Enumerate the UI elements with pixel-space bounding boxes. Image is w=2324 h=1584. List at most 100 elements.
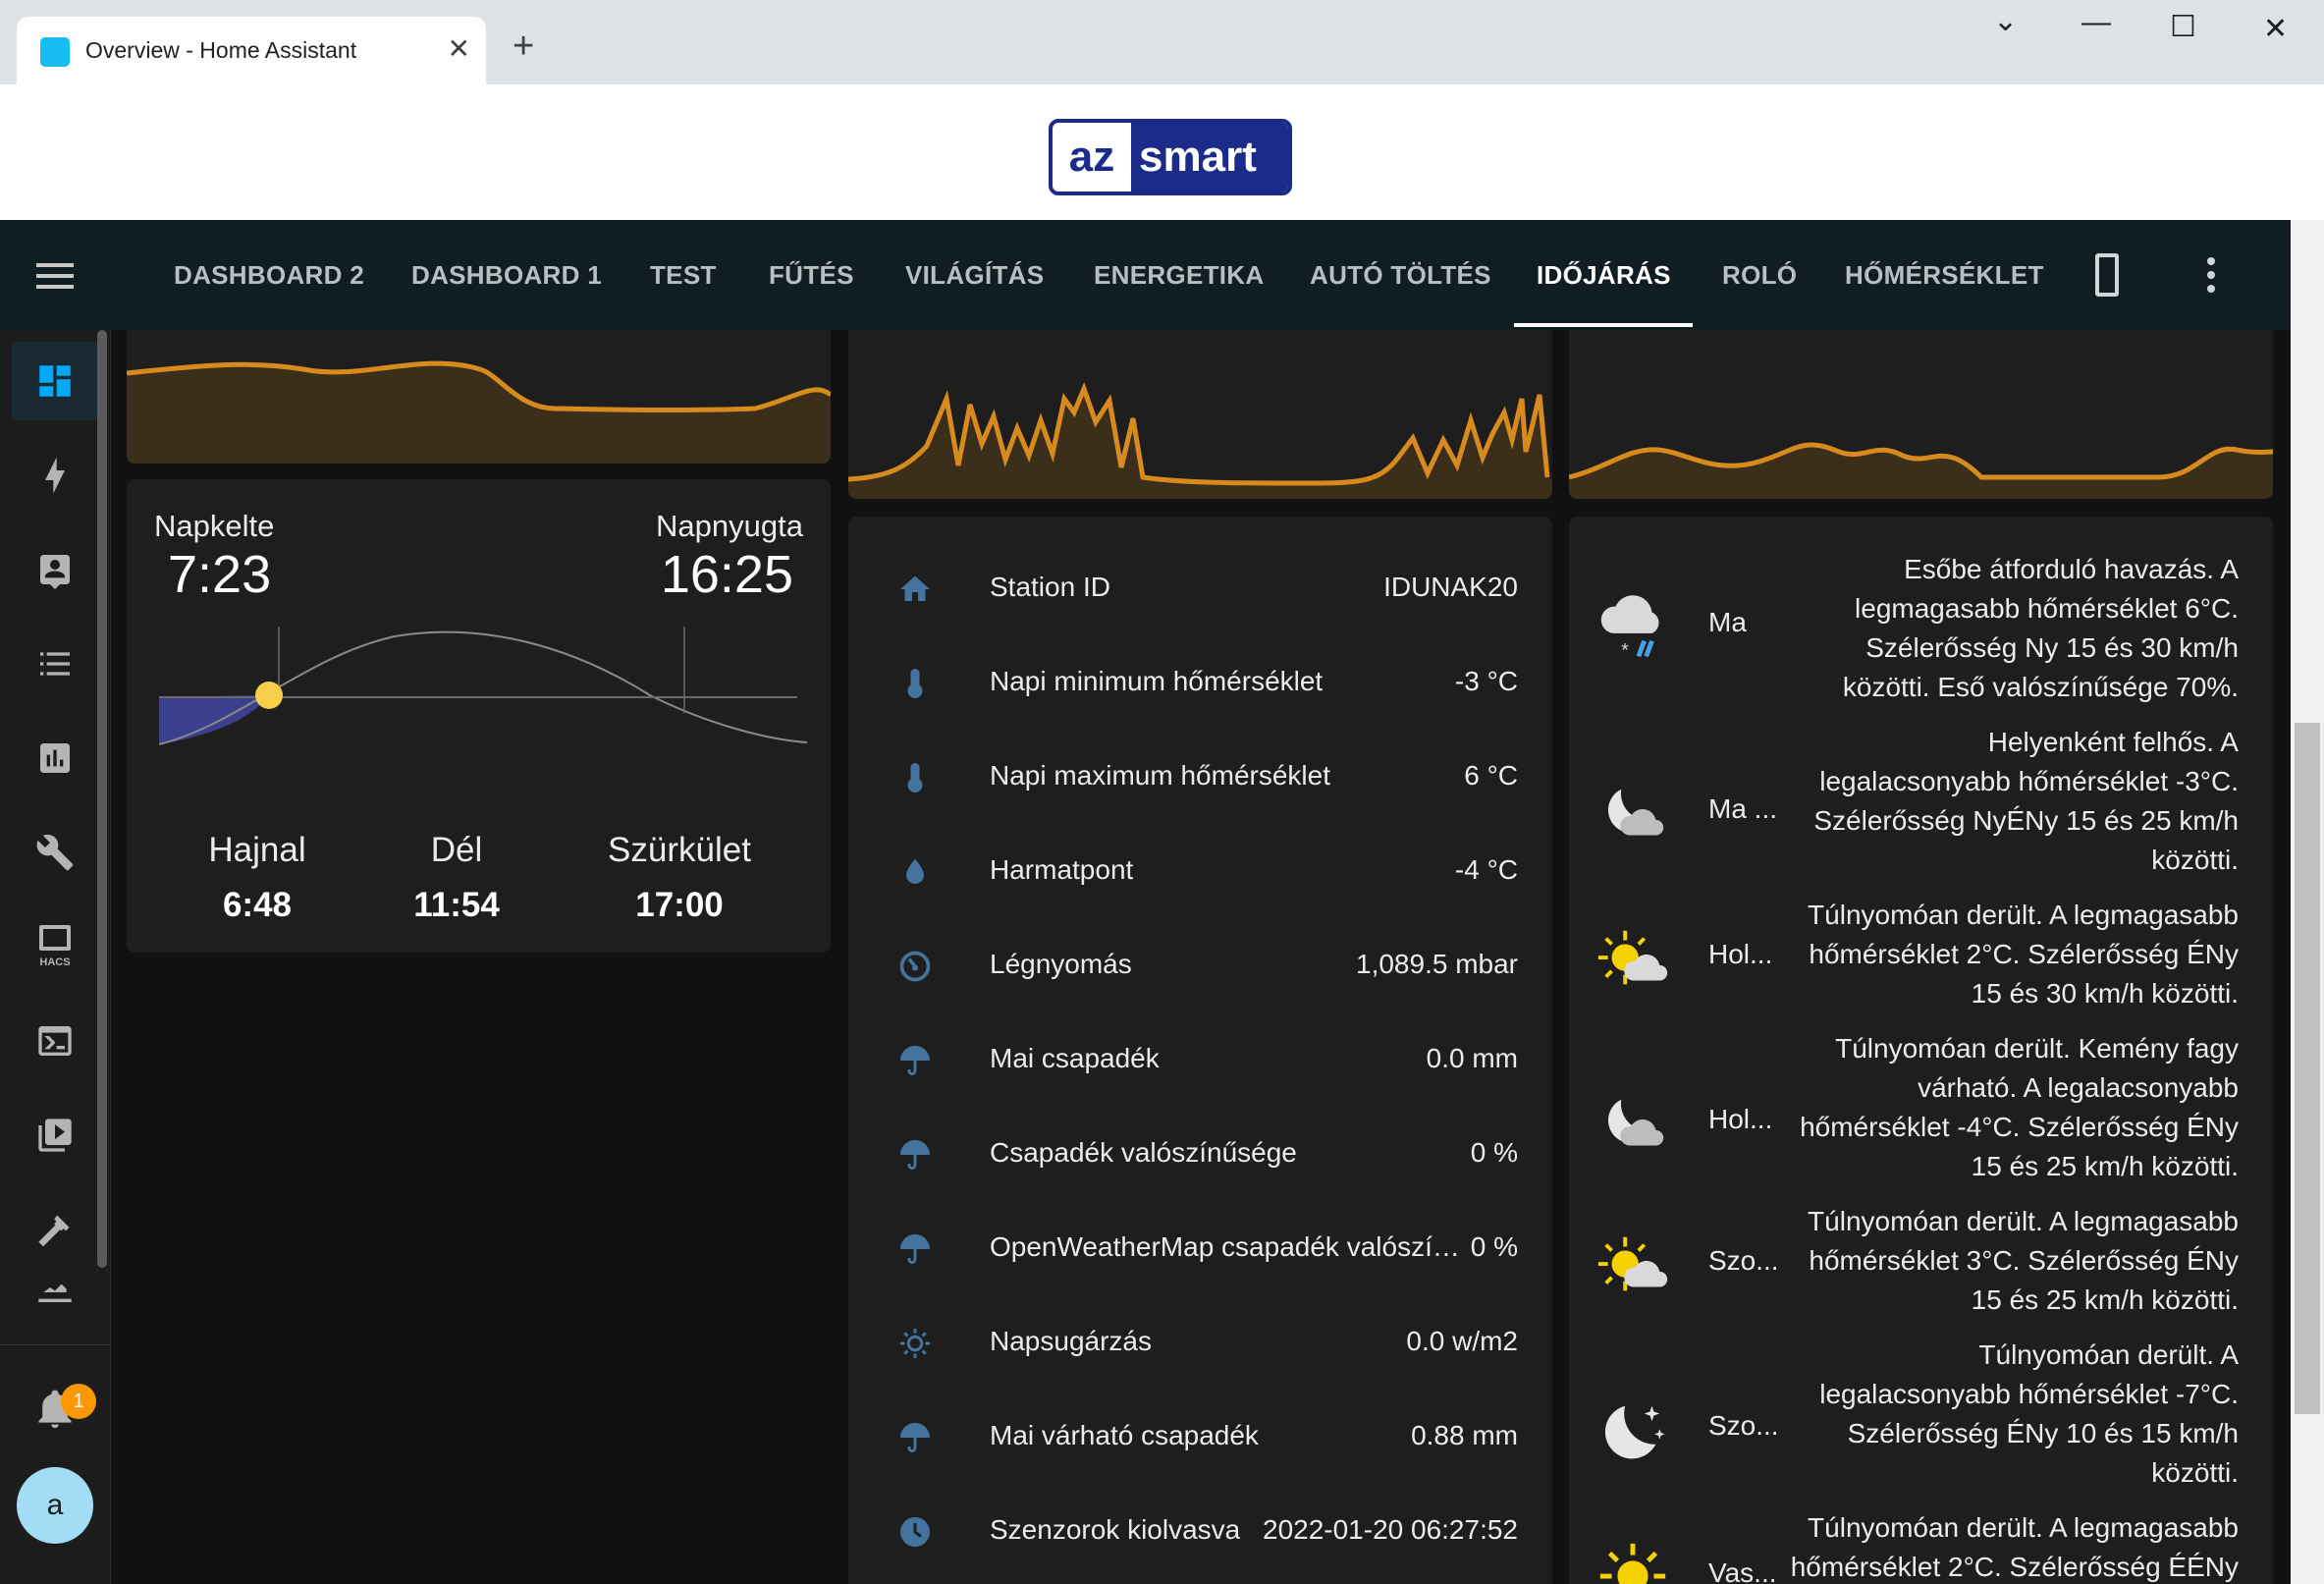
sun-arc-graph bbox=[159, 627, 807, 745]
tab-homerseklet[interactable]: HŐMÉRSÉKLET bbox=[1845, 220, 2044, 330]
sidebar-item-media[interactable] bbox=[12, 1096, 98, 1174]
tab-futes[interactable]: FŰTÉS bbox=[769, 220, 854, 330]
logo-part-smart: smart bbox=[1131, 123, 1288, 191]
sidebar-item-hacs[interactable]: HACS bbox=[12, 907, 98, 986]
forecast-description: Túlnyomóan derült. Alegalacsonyabb hőmér… bbox=[1819, 1339, 2239, 1488]
sidebar-scrollbar[interactable] bbox=[97, 330, 107, 1268]
sidebar-item-statistics[interactable] bbox=[12, 719, 98, 797]
tab-idojaras[interactable]: IDŐJÁRÁS bbox=[1537, 220, 1671, 330]
sidebar-item-developer-tools[interactable] bbox=[12, 1190, 98, 1269]
close-window-icon[interactable]: ✕ bbox=[2263, 12, 2288, 46]
tab-vilagitas[interactable]: VILÁGÍTÁS bbox=[905, 220, 1044, 330]
sun-card[interactable]: Napkelte 7:23 Napnyugta 16:25 Hajnal 6:4… bbox=[127, 479, 831, 953]
forecast-row[interactable]: Hol... Túlnyomóan derült. A legmagasabb h… bbox=[1569, 896, 2270, 1023]
home-icon bbox=[900, 575, 930, 601]
forecast-day: Hol... bbox=[1708, 1104, 1773, 1134]
forecast-description: Túlnyomóan derült. Kemény fagy várható. A… bbox=[1800, 1033, 2239, 1181]
sunny-icon bbox=[1599, 1543, 1666, 1584]
tab-search-dropdown-icon[interactable]: ⌄ bbox=[1993, 4, 2018, 38]
entity-value: 1,089.5 mbar bbox=[1356, 949, 1518, 979]
battery-charging-icon[interactable] bbox=[2095, 253, 2119, 297]
sidebar-item-settings[interactable] bbox=[12, 813, 98, 892]
minimize-window-icon[interactable]: — bbox=[2081, 6, 2111, 39]
sidebar-item-energy[interactable] bbox=[12, 436, 98, 515]
tab-close-icon[interactable]: ✕ bbox=[448, 32, 470, 65]
forecast-row[interactable]: Hol... Túlnyomóan derült. Kemény fagy vár… bbox=[1569, 1029, 2270, 1196]
entity-name: Mai várható csapadék bbox=[990, 1420, 1259, 1450]
entity-row-pressure[interactable]: Légnyomás 1,089.5 mbar bbox=[848, 919, 1549, 1013]
entity-value: 0 % bbox=[1470, 1137, 1518, 1168]
sidebar-toggle-button[interactable] bbox=[0, 220, 111, 330]
forecast-row[interactable]: Szo... Túlnyomóan derült. Alegalacsonyab… bbox=[1569, 1336, 2270, 1502]
partly-sunny-icon bbox=[1597, 1236, 1668, 1291]
forecast-row[interactable]: Szo... Túlnyomóan derült. A legmagasabb h… bbox=[1569, 1202, 2270, 1330]
entity-value: -3 °C bbox=[1454, 666, 1518, 696]
tab-dashboard-1[interactable]: DASHBOARD 1 bbox=[411, 220, 602, 330]
history-graph-card-2[interactable] bbox=[848, 330, 1552, 499]
sidebar-item-logbook[interactable] bbox=[12, 530, 98, 609]
history-graph-card-1[interactable] bbox=[127, 330, 831, 464]
maximize-window-icon[interactable]: ☐ bbox=[2170, 10, 2196, 44]
partly-sunny-icon bbox=[1597, 930, 1668, 985]
tab-dashboard-2[interactable]: DASHBOARD 2 bbox=[174, 220, 364, 330]
statistics-icon bbox=[40, 743, 70, 773]
entity-row-dewpoint[interactable]: Harmatpont -4 °C bbox=[848, 825, 1549, 919]
partly-cloudy-night-icon bbox=[1607, 789, 1664, 836]
media-icon bbox=[38, 1119, 72, 1152]
entity-row-max-temp[interactable]: Napi maximum hőmérséklet 6 °C bbox=[848, 731, 1549, 825]
tab-test[interactable]: TEST bbox=[650, 220, 717, 330]
user-avatar[interactable]: a bbox=[17, 1467, 93, 1544]
more-options-icon[interactable] bbox=[2207, 257, 2215, 293]
forecast-row[interactable]: Vas... Túlnyomóan derült. A legmagasabb h… bbox=[1569, 1508, 2270, 1584]
umbrella-icon bbox=[900, 1234, 930, 1264]
entity-name: Szenzorok kiolvasva bbox=[990, 1514, 1241, 1545]
tab-auto-toltes[interactable]: AUTÓ TÖLTÉS bbox=[1310, 220, 1491, 330]
forecast-day: Hol... bbox=[1708, 939, 1773, 969]
forecast-row[interactable]: Ma ... Helyenként felhős. Alegalacsonyab… bbox=[1569, 723, 2270, 890]
water-drop-icon bbox=[906, 858, 924, 884]
forecast-day: Vas... bbox=[1708, 1557, 1777, 1584]
entity-row-solar-radiation[interactable]: Napsugárzás 0.0 w/m2 bbox=[848, 1296, 1549, 1391]
wrench-icon bbox=[36, 834, 74, 871]
entity-row-precip-probability[interactable]: Csapadék valószínűsége 0 % bbox=[848, 1108, 1549, 1202]
svg-text:*: * bbox=[1621, 639, 1629, 661]
entity-value: 0 % bbox=[1470, 1231, 1518, 1262]
tab-energetika[interactable]: ENERGETIKA bbox=[1094, 220, 1264, 330]
history-graph-3 bbox=[1569, 442, 2273, 499]
entity-row-min-temp[interactable]: Napi minimum hőmérséklet -3 °C bbox=[848, 636, 1549, 731]
sunrise-time: 7:23 bbox=[168, 545, 272, 604]
sidebar-item-history[interactable] bbox=[12, 625, 98, 703]
entity-name: OpenWeatherMap csapadék valószín... bbox=[990, 1231, 1461, 1262]
umbrella-icon bbox=[900, 1046, 930, 1075]
history-graph-card-3[interactable] bbox=[1569, 330, 2273, 499]
sidebar-item-overview[interactable] bbox=[12, 342, 98, 420]
sidebar: HACS 1 a bbox=[0, 330, 111, 1584]
sidebar-item-terminal[interactable] bbox=[12, 1002, 98, 1080]
forecast-day: Szo... bbox=[1708, 1245, 1779, 1276]
entity-row-expected-precip[interactable]: Mai várható csapadék 0.88 mm bbox=[848, 1391, 1549, 1485]
entity-row-sensors-read[interactable]: Szenzorok kiolvasva 2022-01-20 06:27:52 bbox=[848, 1485, 1549, 1579]
thermometer-icon bbox=[907, 763, 923, 792]
home-assistant-favicon-icon bbox=[40, 37, 70, 67]
forecast-description: Túlnyomóan derült. A legmagasabb hőmérsék… bbox=[1790, 1512, 2239, 1582]
dawn-time: 6:48 bbox=[222, 886, 293, 924]
new-tab-button[interactable]: + bbox=[513, 27, 534, 65]
sidebar-item-more[interactable] bbox=[12, 1273, 98, 1312]
azsmart-logo: az smart bbox=[1049, 119, 1292, 195]
forecast-row[interactable]: * Ma Esőbe átforduló havazás. Alegmagasa… bbox=[1569, 550, 2270, 717]
tab-rolo[interactable]: ROLÓ bbox=[1722, 220, 1797, 330]
noon-label: Dél bbox=[430, 831, 483, 869]
forecast-description: Túlnyomóan derült. A legmagasabb hőmérsék… bbox=[1808, 900, 2239, 1009]
logbook-icon bbox=[40, 555, 70, 589]
entity-row-owm-precip-probability[interactable]: OpenWeatherMap csapadék valószín... 0 % bbox=[848, 1202, 1549, 1296]
gauge-icon bbox=[899, 951, 931, 982]
forecast-day: Ma ... bbox=[1708, 793, 1778, 824]
entity-value: 0.0 mm bbox=[1426, 1043, 1518, 1073]
entity-row-precip-today[interactable]: Mai csapadék 0.0 mm bbox=[848, 1013, 1549, 1108]
browser-tab[interactable]: Overview - Home Assistant ✕ bbox=[17, 17, 486, 84]
entity-row-station-id[interactable]: Station ID IDUNAK20 bbox=[848, 542, 1549, 636]
forecast-day: Ma bbox=[1708, 607, 1747, 637]
page-scrollbar-thumb[interactable] bbox=[2295, 723, 2320, 1414]
sidebar-divider bbox=[0, 1344, 111, 1345]
clock-icon bbox=[900, 1517, 930, 1547]
